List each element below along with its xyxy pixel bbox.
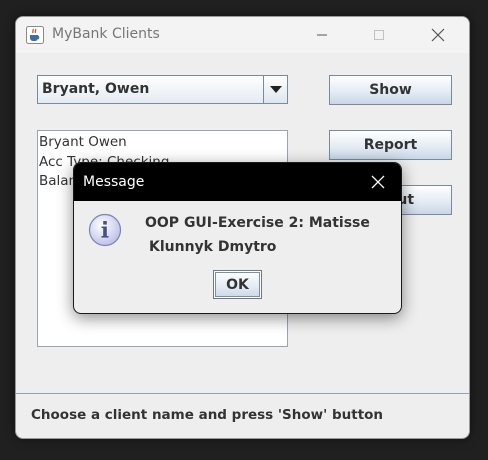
minimize-button[interactable] [299,17,345,53]
report-button[interactable]: Report [329,130,452,160]
combobox-dropdown-button[interactable] [263,76,287,103]
dialog-title-bar: Message [74,163,401,201]
ok-button[interactable]: OK [213,270,262,299]
status-bar-text: Choose a client name and press 'Show' bu… [31,407,384,423]
client-combobox-value: Bryant, Owen [42,81,150,97]
maximize-button[interactable] [356,17,402,53]
dialog-message-line2: Klunnyk Dmytro [149,239,277,255]
status-separator [16,393,469,394]
client-combobox[interactable]: Bryant, Owen [37,75,288,104]
title-bar: MyBank Clients [16,17,469,53]
dialog-title: Message [83,174,145,190]
close-button[interactable] [415,17,461,53]
close-icon [371,175,385,189]
show-button[interactable]: Show [329,75,452,105]
info-icon [88,213,122,247]
chevron-down-icon [269,85,282,93]
maximize-icon [374,30,384,40]
minimize-icon [317,34,327,36]
java-cup-icon [26,26,44,44]
window-title: MyBank Clients [52,26,160,42]
message-dialog: Message OOP GUI-Exercise 2: Matisse Klun… [73,162,402,314]
close-icon [431,28,445,42]
dialog-message-line1: OOP GUI-Exercise 2: Matisse [145,215,370,231]
details-line: Bryant Owen [39,134,127,150]
dialog-close-button[interactable] [355,163,401,201]
